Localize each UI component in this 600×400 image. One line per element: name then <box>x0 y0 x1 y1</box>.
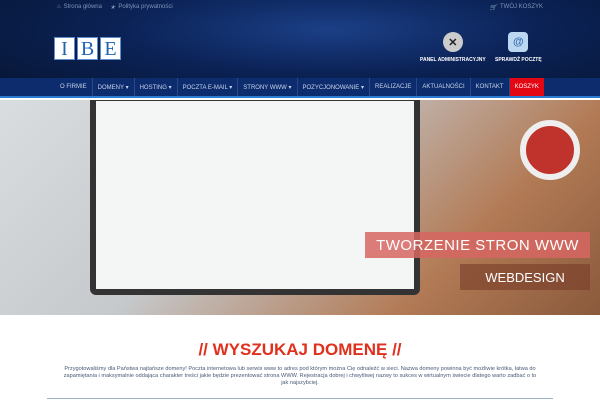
section-text: Przygotowaliśmy dla Państwa najtańsze do… <box>63 366 537 386</box>
section-heading: // WYSZUKAJ DOMENĘ // <box>198 340 402 359</box>
nav-aktualnosci[interactable]: AKTUALNOŚCI <box>417 78 471 96</box>
tools-icon: ✕ <box>442 32 463 52</box>
main-nav: O FIRMIE DOMENY ▾ HOSTING ▾ POCZTA E-MAI… <box>0 78 600 98</box>
nav-realizacje[interactable]: REALIZACJE <box>370 78 418 96</box>
domain-section: // WYSZUKAJ DOMENĘ // Przygotowaliśmy dl… <box>0 340 600 387</box>
hero-title: TWORZENIE STRON WWW <box>365 232 590 258</box>
nav-poczta[interactable]: POCZTA E-MAIL ▾ <box>178 78 239 96</box>
star-icon: ★ <box>109 4 116 11</box>
admin-panel-button[interactable]: ✕ PANEL ADMINISTRACYJNY <box>420 32 486 63</box>
nav-strony-www[interactable]: STRONY WWW ▾ <box>238 78 298 96</box>
monitor-illustration <box>90 100 420 295</box>
divider <box>47 398 553 399</box>
privacy-link[interactable]: ★ Polityka prywatności <box>110 4 173 11</box>
nav-hosting[interactable]: HOSTING ▾ <box>135 78 178 96</box>
nav-koszyk[interactable]: KOSZYK <box>509 78 544 96</box>
nav-domeny[interactable]: DOMENY ▾ <box>93 78 135 96</box>
nav-pozycjonowanie[interactable]: POZYCJONOWANIE ▾ <box>298 78 370 96</box>
logo[interactable]: IBE <box>54 37 121 60</box>
home-link[interactable]: ⌂ Strona główna <box>57 4 102 10</box>
header: ⌂ Strona główna ★ Polityka prywatności 🛒 TW… <box>0 0 600 98</box>
coffee-mug-image <box>520 120 580 180</box>
hero-subtitle: WEBDESIGN <box>460 264 590 290</box>
top-bar: ⌂ Strona główna ★ Polityka prywatności 🛒 TW… <box>0 0 600 14</box>
nav-o-firmie[interactable]: O FIRMIE <box>55 78 93 96</box>
cart-link[interactable]: 🛒 TWÓJ KOSZYK <box>490 4 544 11</box>
check-mail-button[interactable]: @ SPRAWDŹ POCZTĘ <box>495 32 542 63</box>
nav-kontakt[interactable]: KONTAKT <box>471 78 510 96</box>
cart-icon: 🛒 <box>489 4 497 11</box>
home-icon: ⌂ <box>57 4 61 10</box>
mail-icon: @ <box>508 32 529 52</box>
